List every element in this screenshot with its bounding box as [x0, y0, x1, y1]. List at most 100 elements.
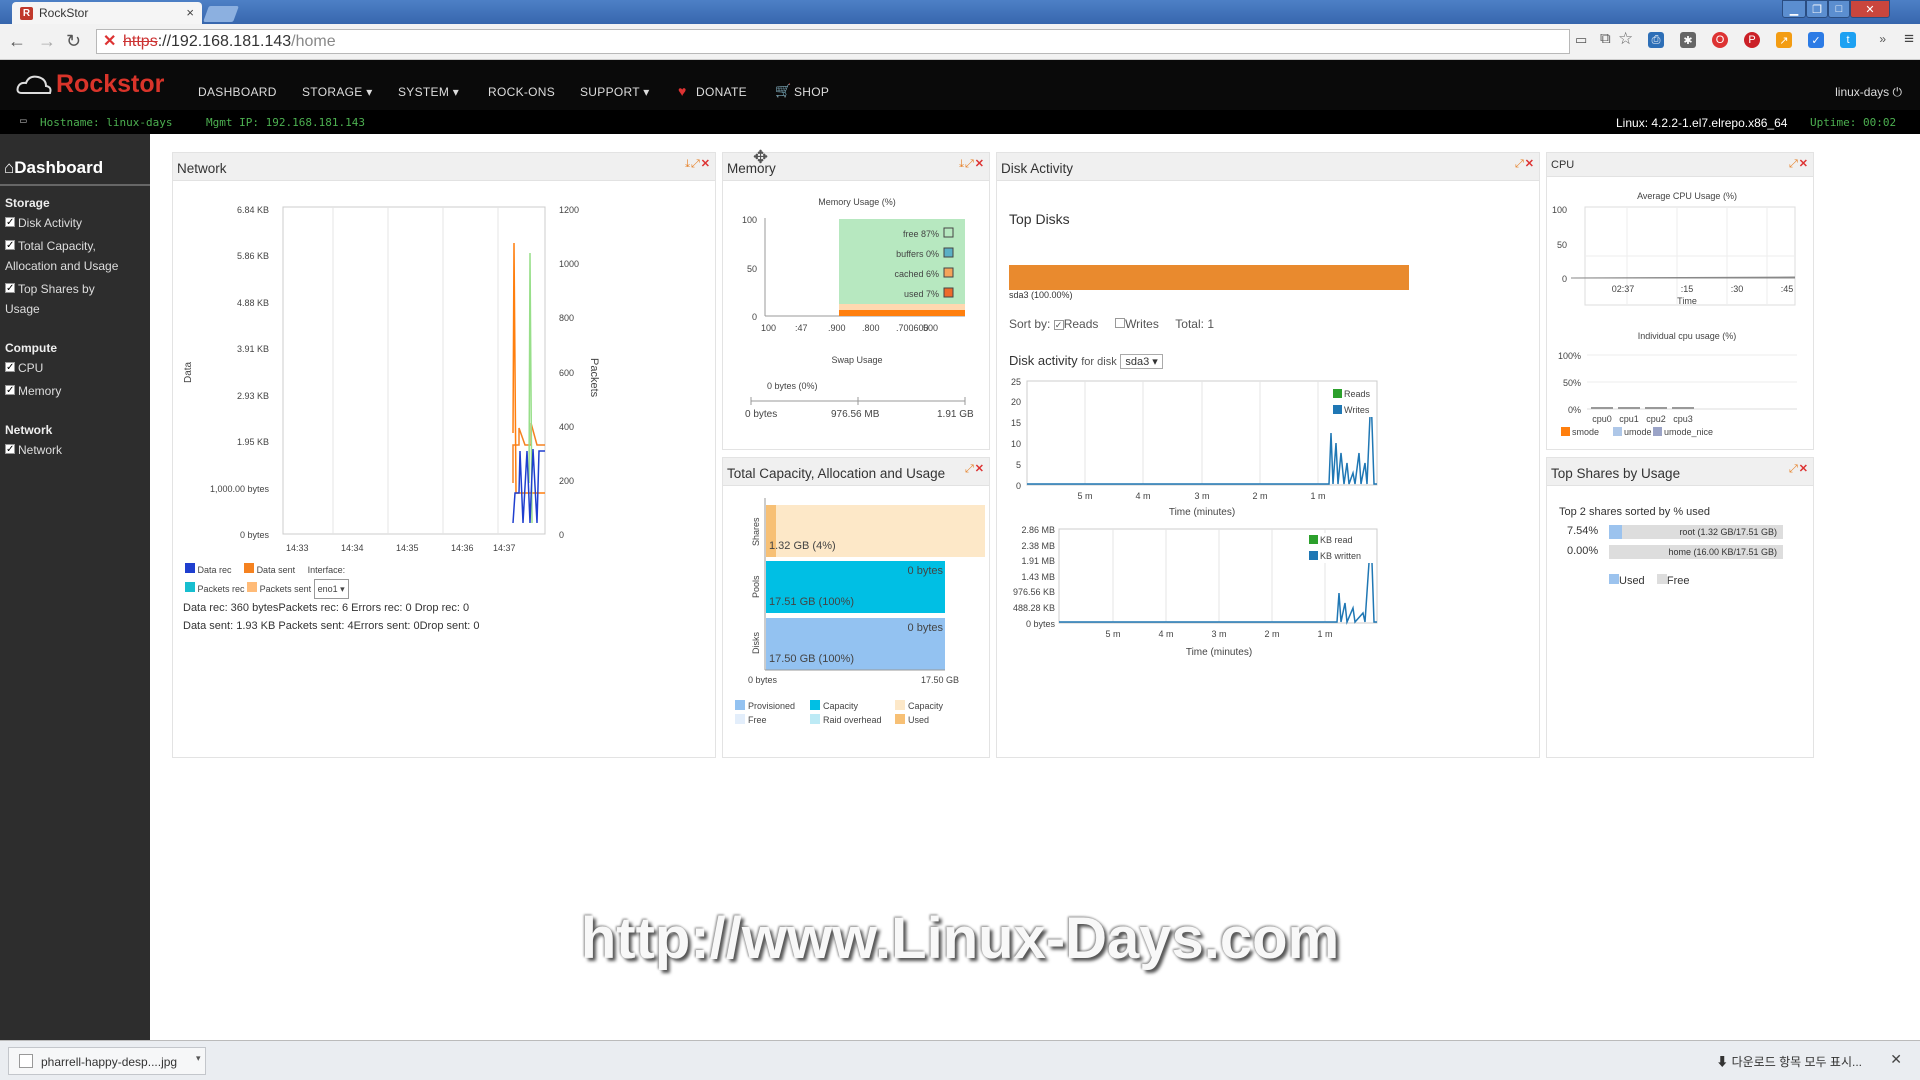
- nav-storage[interactable]: STORAGE ▾: [302, 85, 373, 99]
- legend-swatch: [735, 714, 745, 724]
- nav-shop[interactable]: SHOP: [794, 85, 829, 99]
- share-bar: home (16.00 KB/17.51 GB): [1609, 545, 1783, 559]
- toggle-total-capacity[interactable]: Total Capacity,Allocation and Usage: [0, 235, 150, 278]
- extension-check-icon[interactable]: ✓: [1808, 32, 1824, 48]
- legend-writes: Writes: [1344, 405, 1370, 415]
- browser-tab[interactable]: R RockStor ×: [12, 2, 202, 24]
- x-tick: 14:36: [451, 543, 474, 553]
- toggle-top-shares[interactable]: Top Shares byUsage: [0, 278, 150, 321]
- sidebar-group-storage: Storage: [5, 196, 50, 210]
- y-left-tick: 3.91 KB: [237, 344, 269, 354]
- rockstor-logo[interactable]: Rockstor: [16, 70, 164, 99]
- expand-icon[interactable]: ⤢: [691, 158, 701, 170]
- cpu2-bar: [1645, 407, 1667, 409]
- interface-select[interactable]: eno1 ▾: [313, 579, 349, 599]
- browser-tab-bar: R RockStor × ▁ ❐ □ ✕: [0, 0, 1920, 24]
- extension-twitter-icon[interactable]: t: [1840, 32, 1856, 48]
- close-icon[interactable]: ✕: [1525, 158, 1535, 170]
- nav-dashboard[interactable]: DASHBOARD: [198, 85, 277, 99]
- widget-controls: ⤓⤢✕: [685, 157, 711, 171]
- used-area: [839, 310, 965, 316]
- legend-free: free 87%: [903, 229, 939, 239]
- address-bar[interactable]: ✕ https://192.168.181.143/home: [96, 29, 1570, 54]
- window-close-button[interactable]: ✕: [1850, 0, 1890, 18]
- y-tick: 488.28 KB: [1013, 603, 1055, 613]
- checkbox-icon[interactable]: [5, 381, 15, 401]
- window-minimize-button[interactable]: ▁: [1782, 0, 1806, 18]
- checkbox-icon[interactable]: [5, 358, 15, 378]
- y-left-tick: 6.84 KB: [237, 205, 269, 215]
- legend-swatch: [1333, 405, 1342, 414]
- toggle-cpu[interactable]: CPU: [0, 357, 150, 380]
- extension-chart-icon[interactable]: ↗: [1776, 32, 1792, 48]
- y-tick: 976.56 KB: [1013, 587, 1055, 597]
- download-item[interactable]: pharrell-happy-desp....jpg: [8, 1047, 206, 1075]
- writes-checkbox[interactable]: [1115, 318, 1126, 328]
- expand-icon[interactable]: ⤢: [1789, 463, 1799, 475]
- bookmark-star-icon[interactable]: ☆: [1618, 29, 1633, 49]
- cart-icon: 🛒: [775, 83, 792, 98]
- toggle-disk-activity[interactable]: Disk Activity: [0, 212, 150, 235]
- close-icon[interactable]: ✕: [975, 158, 985, 170]
- close-icon[interactable]: ✕: [1799, 158, 1809, 170]
- forward-arrow-icon[interactable]: →: [38, 31, 56, 52]
- tab-close-icon[interactable]: ×: [186, 5, 194, 20]
- close-icon[interactable]: ✕: [1799, 463, 1809, 475]
- disk-activity-selector: Disk activity for disk sda3 ▾: [1009, 353, 1163, 369]
- user-menu[interactable]: linux-days ⏻: [1835, 85, 1902, 100]
- checkbox-icon[interactable]: [5, 440, 15, 460]
- window-maximize-button[interactable]: □: [1828, 0, 1850, 18]
- translate-icon[interactable]: ⧉: [1600, 30, 1611, 47]
- legend-swatch: [1309, 551, 1318, 560]
- disk-select[interactable]: sda3 ▾: [1120, 354, 1163, 369]
- toggle-memory[interactable]: Memory: [0, 380, 150, 403]
- extension-printer-icon[interactable]: ⎙: [1648, 32, 1664, 48]
- checkbox-icon[interactable]: [5, 213, 15, 233]
- cpu3-bar: [1672, 407, 1694, 409]
- expand-icon[interactable]: ⤢: [965, 463, 975, 475]
- insecure-lock-icon: ✕: [103, 33, 117, 50]
- top-shares-title: Top Shares by Usage: [1547, 458, 1813, 486]
- y-tick: 50%: [1563, 378, 1581, 388]
- y-tick: 25: [1011, 377, 1021, 387]
- disks-label: 17.50 GB (100%): [769, 653, 854, 665]
- reload-icon[interactable]: ↻: [66, 31, 81, 52]
- checkbox-icon[interactable]: [5, 279, 15, 299]
- toggle-network[interactable]: Network: [0, 439, 150, 462]
- checkbox-icon[interactable]: [5, 236, 15, 256]
- page-icon[interactable]: ▭: [1575, 32, 1587, 48]
- extension-opera-icon[interactable]: O: [1712, 32, 1728, 48]
- top-shares-widget: Top Shares by Usage ⤢✕ Top 2 shares sort…: [1546, 457, 1814, 758]
- username: linux-days: [1835, 85, 1890, 99]
- nav-rock-ons[interactable]: ROCK-ONS: [488, 85, 555, 99]
- download-options-icon[interactable]: ▾: [196, 1053, 201, 1064]
- widget-controls: ⤢✕: [1789, 157, 1809, 171]
- reads-checkbox[interactable]: ✓: [1053, 320, 1064, 330]
- chrome-menu-icon[interactable]: ≡: [1904, 29, 1914, 49]
- expand-icon[interactable]: ⤢: [1515, 158, 1525, 170]
- close-icon[interactable]: ✕: [975, 463, 985, 475]
- close-icon[interactable]: ✕: [701, 158, 711, 170]
- window-restore-button[interactable]: ❐: [1806, 0, 1828, 18]
- file-icon: [19, 1054, 33, 1068]
- hostname: Hostname: linux-days: [40, 116, 173, 129]
- new-tab-button[interactable]: [203, 6, 239, 22]
- nav-system[interactable]: SYSTEM ▾: [398, 85, 459, 99]
- disk-widget-title: Disk Activity: [997, 153, 1539, 181]
- extension-pinterest-icon[interactable]: P: [1744, 32, 1760, 48]
- widget-controls: ⤢✕: [1789, 462, 1809, 476]
- nav-support[interactable]: SUPPORT ▾: [580, 85, 650, 99]
- nav-donate[interactable]: DONATE: [696, 85, 747, 99]
- extensions-overflow-icon[interactable]: »: [1879, 32, 1886, 46]
- extension-gear-icon[interactable]: ✱: [1680, 32, 1696, 48]
- legend-free: Free: [748, 715, 767, 725]
- legend-swatch: [1653, 427, 1662, 436]
- y-tick: 2.38 MB: [1021, 541, 1055, 551]
- show-all-downloads[interactable]: ⬇ 다운로드 항목 모두 표시...: [1716, 1053, 1862, 1070]
- expand-icon[interactable]: ⤢: [965, 158, 975, 170]
- close-download-bar-icon[interactable]: ✕: [1890, 1051, 1902, 1068]
- legend-capacity: Capacity: [823, 701, 859, 711]
- expand-icon[interactable]: ⤢: [1789, 158, 1799, 170]
- back-arrow-icon[interactable]: ←: [8, 31, 26, 52]
- y-tick: 20: [1011, 397, 1021, 407]
